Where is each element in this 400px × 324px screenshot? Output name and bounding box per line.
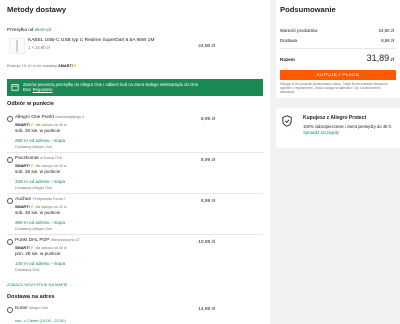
option-date: sob. 26 sie. w punkcie — [15, 169, 61, 174]
radio-button[interactable] — [7, 239, 13, 245]
radio-button[interactable] — [7, 116, 13, 122]
promo-banner: Zamów pierwszą przesyłkę do Allegro One … — [7, 79, 263, 96]
pickup-section-title: Odbiór w punkcie — [7, 101, 54, 107]
protect-details-link[interactable]: Sprawdź szczegóły — [303, 130, 339, 135]
products-value: 24,90 zł — [378, 28, 394, 33]
delivery-label: Dostawa — [280, 38, 298, 43]
protect-title: Kupujesz z Allegro Protect — [303, 115, 367, 121]
option-price: 8,99 zł — [200, 158, 215, 163]
box-icon — [11, 84, 19, 91]
total-label: Razem — [280, 57, 295, 62]
option-name: Paczkomat — [15, 156, 39, 161]
radio-button[interactable] — [7, 307, 13, 313]
summary-title: Podsumowanie — [280, 5, 336, 14]
show-all-on-map-link[interactable]: ZOBACZ WSZYSTKIE NA MAPIE — [7, 282, 67, 287]
option-provider: Dostawcy DHL — [15, 268, 41, 272]
courier-name: Kurier — [15, 306, 28, 311]
option-price: 10,99 zł — [198, 240, 215, 245]
pay-button[interactable]: KUPUJĘ I PŁACĘ — [280, 70, 396, 80]
total-amount: 31,89 zł — [366, 53, 394, 63]
option-price: 8,99 zł — [200, 117, 215, 122]
smart-info: Brakuje 15,10 zł do dostawy SMART!⚡ — [7, 63, 78, 68]
radio-button[interactable] — [7, 157, 13, 163]
option-map-link[interactable]: 265 m od adresu - mapa — [15, 138, 65, 143]
protect-text: 100% zabezpieczenie i zwrot pieniędzy do… — [303, 124, 393, 135]
promo-terms-link[interactable]: Regulamin — [33, 87, 53, 92]
courier-date: sob. u Ciebie (10:00 - 22:00) — [15, 318, 66, 323]
option-date: sob. 26 sie. w punkcie — [15, 128, 61, 133]
option-price: 8,99 zł — [200, 199, 215, 204]
smart-bolt-icon: ⚡ — [72, 64, 78, 68]
option-map-link[interactable]: 148 m od adresu - mapa — [15, 261, 65, 266]
option-name: Allegro One Punkt — [15, 115, 54, 120]
option-date: pon. 28 sie. w punkcie — [15, 251, 61, 256]
product-thumbnail — [9, 38, 25, 54]
address-section-title: Dostawa na adres — [7, 294, 55, 300]
option-provider: Dostawcy Allegro One — [15, 227, 53, 231]
option-name: Auchan — [15, 197, 32, 202]
option-name: Punkt DHL POP — [15, 238, 50, 243]
product-qty: 1 × 24,90 zł — [28, 45, 50, 50]
seller-line: Przesyłka od ekom-pl — [7, 27, 51, 32]
option-map-link[interactable]: 348 m od adresu - mapa — [15, 179, 65, 184]
option-provider: Dostawcy Allegro One — [15, 186, 53, 190]
option-provider: Dostawcy Allegro One — [15, 145, 53, 149]
product-price: 24,90 zł — [198, 44, 215, 49]
delivery-methods-card: Metody dostawy Przesyłka od ekom-pl KABE… — [0, 0, 270, 324]
summary-card: Podsumowanie Wartość produktów 24,90 zł … — [276, 0, 400, 98]
shield-icon — [282, 115, 292, 127]
radio-button[interactable] — [7, 198, 13, 204]
terms-text: Klikając w ten przycisk potwierdzasz zak… — [280, 82, 388, 94]
option-map-link[interactable]: 368 m od adresu - mapa — [15, 220, 65, 225]
products-label: Wartość produktów — [280, 28, 318, 33]
seller-link[interactable]: ekom-pl — [35, 27, 51, 32]
courier-price: 14,99 zł — [198, 307, 215, 312]
delivery-value: 8,99 zł — [381, 38, 394, 43]
page-title: Metody dostawy — [7, 5, 67, 14]
promo-text: Zamów pierwszą przesyłkę do Allegro One … — [23, 82, 199, 93]
protect-card: Kupujesz z Allegro Protect 100% zabezpie… — [276, 108, 400, 148]
product-name[interactable]: KABEL USB-C USB typ C Realme SuperDart 6… — [28, 38, 154, 43]
option-date: sob. 26 sie. w punkcie — [15, 210, 61, 215]
